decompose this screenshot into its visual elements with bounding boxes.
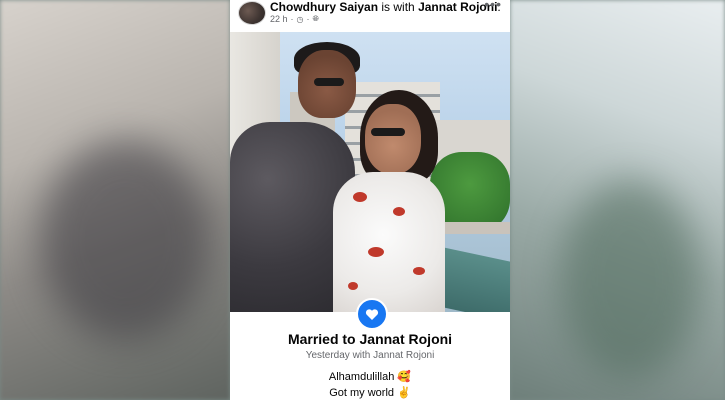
smiling-face-hearts-emoji: 🥰 [397, 371, 412, 383]
photo-man-head [298, 50, 356, 118]
separator-dot-2: · [306, 14, 310, 24]
with-text: is with [381, 0, 415, 14]
clock-icon: ◷ [296, 14, 304, 24]
post-header-line: Chowdhury Saiyan is with Jannat Rojoni. [270, 0, 501, 14]
post-meta: 22 h · ◷ · 🌐︎ [270, 14, 319, 24]
post-time[interactable]: 22 h [270, 14, 288, 24]
post-caption: Alhamdulillah 🥰 Got my world ✌ [230, 369, 510, 400]
life-event-subtitle: Yesterday with Jannat Rojoni [305, 350, 435, 361]
separator-dot: · [290, 14, 294, 24]
background-blob [40, 140, 210, 340]
caption-text-1: Alhamdulillah [328, 371, 395, 383]
caption-line-2: Got my world ✌ [230, 385, 510, 400]
photo-woman [333, 172, 445, 312]
photo-woman-head [365, 104, 421, 174]
background-blob [560, 180, 700, 380]
caption-text-2: Got my world [329, 387, 395, 399]
life-event-heart-icon [356, 298, 388, 330]
more-options-icon[interactable]: ••• [484, 0, 502, 12]
author-name[interactable]: Chowdhury Saiyan [270, 0, 378, 14]
globe-icon: 🌐︎ [312, 14, 319, 23]
victory-hand-emoji: ✌ [397, 387, 411, 399]
author-avatar[interactable] [238, 1, 266, 25]
post-header: Chowdhury Saiyan is with Jannat Rojoni. … [230, 0, 510, 32]
caption-line-1: Alhamdulillah 🥰 [230, 369, 510, 385]
heart-icon [365, 308, 379, 320]
post-photo[interactable] [230, 32, 510, 312]
life-event-title: Married to Jannat Rojoni [287, 331, 453, 347]
facebook-post: Chowdhury Saiyan is with Jannat Rojoni. … [230, 0, 510, 400]
